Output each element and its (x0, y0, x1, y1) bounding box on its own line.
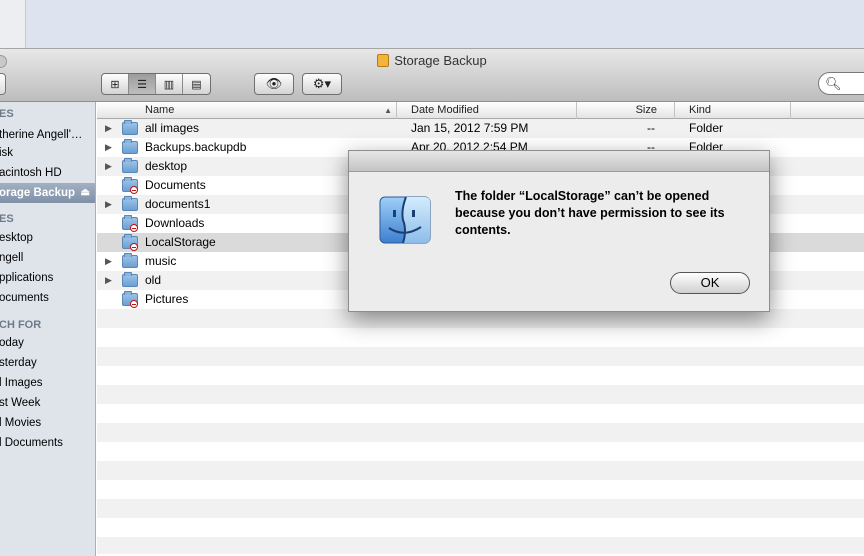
file-name: Downloads (145, 216, 205, 230)
search-field[interactable]: 🔍︎ (818, 72, 864, 95)
sidebar-item[interactable]: orage Backup ⏏ (0, 183, 95, 203)
background-window-sidebar (0, 0, 26, 48)
sidebar-item-label: CH FOR (0, 319, 42, 331)
folder-icon (122, 196, 138, 211)
column-date[interactable]: Date Modified (407, 102, 577, 119)
file-size: -- (647, 121, 655, 135)
column-size-label: Size (635, 104, 657, 116)
file-row[interactable]: ▶ all images Jan 15, 2012 7:59 PM -- Folder (97, 119, 864, 138)
column-view-button[interactable]: ▥ (156, 74, 183, 94)
sidebar-item[interactable]: oday (0, 333, 95, 353)
sidebar-header: CH FOR (0, 315, 95, 335)
alert-titlebar (349, 151, 769, 172)
coverflow-view-button[interactable]: ▤ (183, 74, 210, 94)
sidebar-item-label: orage Backup (0, 187, 76, 199)
sidebar-item-label: acintosh HD (0, 167, 62, 179)
file-name: Backups.backupdb (145, 140, 247, 154)
file-name: Pictures (145, 292, 189, 306)
sidebar-item-label: ngell (0, 252, 24, 264)
sort-arrow-icon: ▲ (384, 106, 392, 115)
sidebar-item-label: sterday (0, 357, 37, 369)
drive-icon (377, 54, 390, 67)
file-name: documents1 (145, 197, 211, 211)
folder-icon (122, 158, 138, 173)
column-name-label: Name (145, 104, 175, 116)
column-kind-label: Kind (689, 104, 712, 116)
no-access-badge-icon (130, 300, 138, 308)
sidebar-item-label: ES (0, 108, 14, 120)
disclosure-triangle-icon[interactable]: ▶ (105, 138, 112, 157)
sidebar-header: ES (0, 104, 95, 124)
folder-icon (122, 139, 138, 154)
folder-icon (122, 253, 138, 268)
quick-look-button[interactable]: 👁 (254, 73, 294, 95)
sidebar-item-label: ES (0, 213, 14, 225)
eye-icon: 👁 (265, 76, 283, 91)
file-kind: Folder (689, 121, 724, 135)
file-name: old (145, 273, 162, 287)
sidebar-item-label: pplications (0, 272, 54, 284)
file-name: LocalStorage (145, 235, 216, 249)
folder-icon (122, 120, 138, 135)
folder-icon (122, 272, 138, 287)
sidebar-item-label: esktop (0, 232, 33, 244)
column-size[interactable]: Size (577, 102, 675, 119)
finder-icon (379, 196, 431, 244)
no-access-badge-icon (130, 186, 138, 194)
ok-button[interactable]: OK (670, 272, 750, 294)
disclosure-triangle-icon[interactable]: ▶ (105, 252, 112, 271)
sidebar-item-label: l Movies (0, 417, 42, 429)
sidebar-item[interactable]: l Images (0, 373, 95, 393)
file-name: Documents (145, 178, 206, 192)
column-name[interactable]: Name ▲ (141, 102, 397, 119)
sidebar-item[interactable]: esktop (0, 228, 95, 248)
sidebar-item-label: ocuments (0, 292, 49, 304)
disclosure-triangle-icon[interactable]: ▶ (105, 119, 112, 138)
sidebar-item-label: oday (0, 337, 24, 349)
sidebar-item-label: st Week (0, 397, 41, 409)
action-menu-button[interactable]: ⚙▾ (302, 73, 342, 95)
search-icon: 🔍︎ (825, 76, 842, 91)
no-access-badge-icon (130, 243, 138, 251)
disclosure-triangle-icon[interactable]: ▶ (105, 195, 112, 214)
sidebar-item[interactable]: acintosh HD (0, 163, 95, 183)
file-name: desktop (145, 159, 188, 173)
finder-toolbar: Storage Backup ⊞ ☰ ▥ ▤ 👁 ⚙▾ 🔍︎ (0, 48, 864, 102)
file-date-modified: Jan 15, 2012 7:59 PM (411, 121, 529, 135)
list-view-button[interactable]: ☰ (129, 74, 156, 94)
file-name: all images (145, 121, 200, 135)
sidebar-item[interactable]: st Week (0, 393, 95, 413)
column-kind[interactable]: Kind (675, 102, 791, 119)
sidebar-item-label: isk (0, 147, 14, 159)
eject-icon[interactable]: ⏏ (81, 183, 90, 203)
sidebar-item-label: l Images (0, 377, 43, 389)
sidebar-item-label: l Documents (0, 437, 63, 449)
disclosure-triangle-icon[interactable]: ▶ (105, 157, 112, 176)
permission-alert-dialog: The folder “LocalStorage” can’t be opene… (348, 150, 770, 312)
sidebar-item[interactable]: isk (0, 143, 95, 163)
sidebar-header: ES (0, 209, 95, 229)
sidebar-item[interactable]: l Documents (0, 433, 95, 453)
file-name: music (145, 254, 177, 268)
back-button[interactable] (0, 73, 6, 95)
sidebar-item[interactable]: ocuments (0, 288, 95, 308)
gear-icon: ⚙▾ (312, 76, 332, 91)
sidebar-item[interactable]: ngell (0, 248, 95, 268)
sidebar-item[interactable]: sterday (0, 353, 95, 373)
sidebar-item[interactable]: therine Angell'… (0, 125, 95, 145)
sidebar-item-label: therine Angell'… (0, 129, 83, 141)
view-mode-switcher: ⊞ ☰ ▥ ▤ (101, 73, 211, 95)
sidebar-item[interactable]: l Movies (0, 413, 95, 433)
column-date-label: Date Modified (411, 104, 479, 116)
column-header: Name ▲ Date Modified Size Kind (97, 102, 864, 119)
window-title-text: Storage Backup (394, 53, 487, 68)
alert-message: The folder “LocalStorage” can’t be opene… (455, 189, 725, 237)
no-access-badge-icon (130, 224, 138, 232)
disclosure-triangle-icon[interactable]: ▶ (105, 271, 112, 290)
background-window (0, 0, 864, 48)
icon-view-button[interactable]: ⊞ (102, 74, 129, 94)
window-title: Storage Backup (0, 53, 864, 68)
sidebar-item[interactable]: pplications (0, 268, 95, 288)
sidebar: ES therine Angell'… isk acintosh HD orage Ba… (0, 102, 96, 556)
